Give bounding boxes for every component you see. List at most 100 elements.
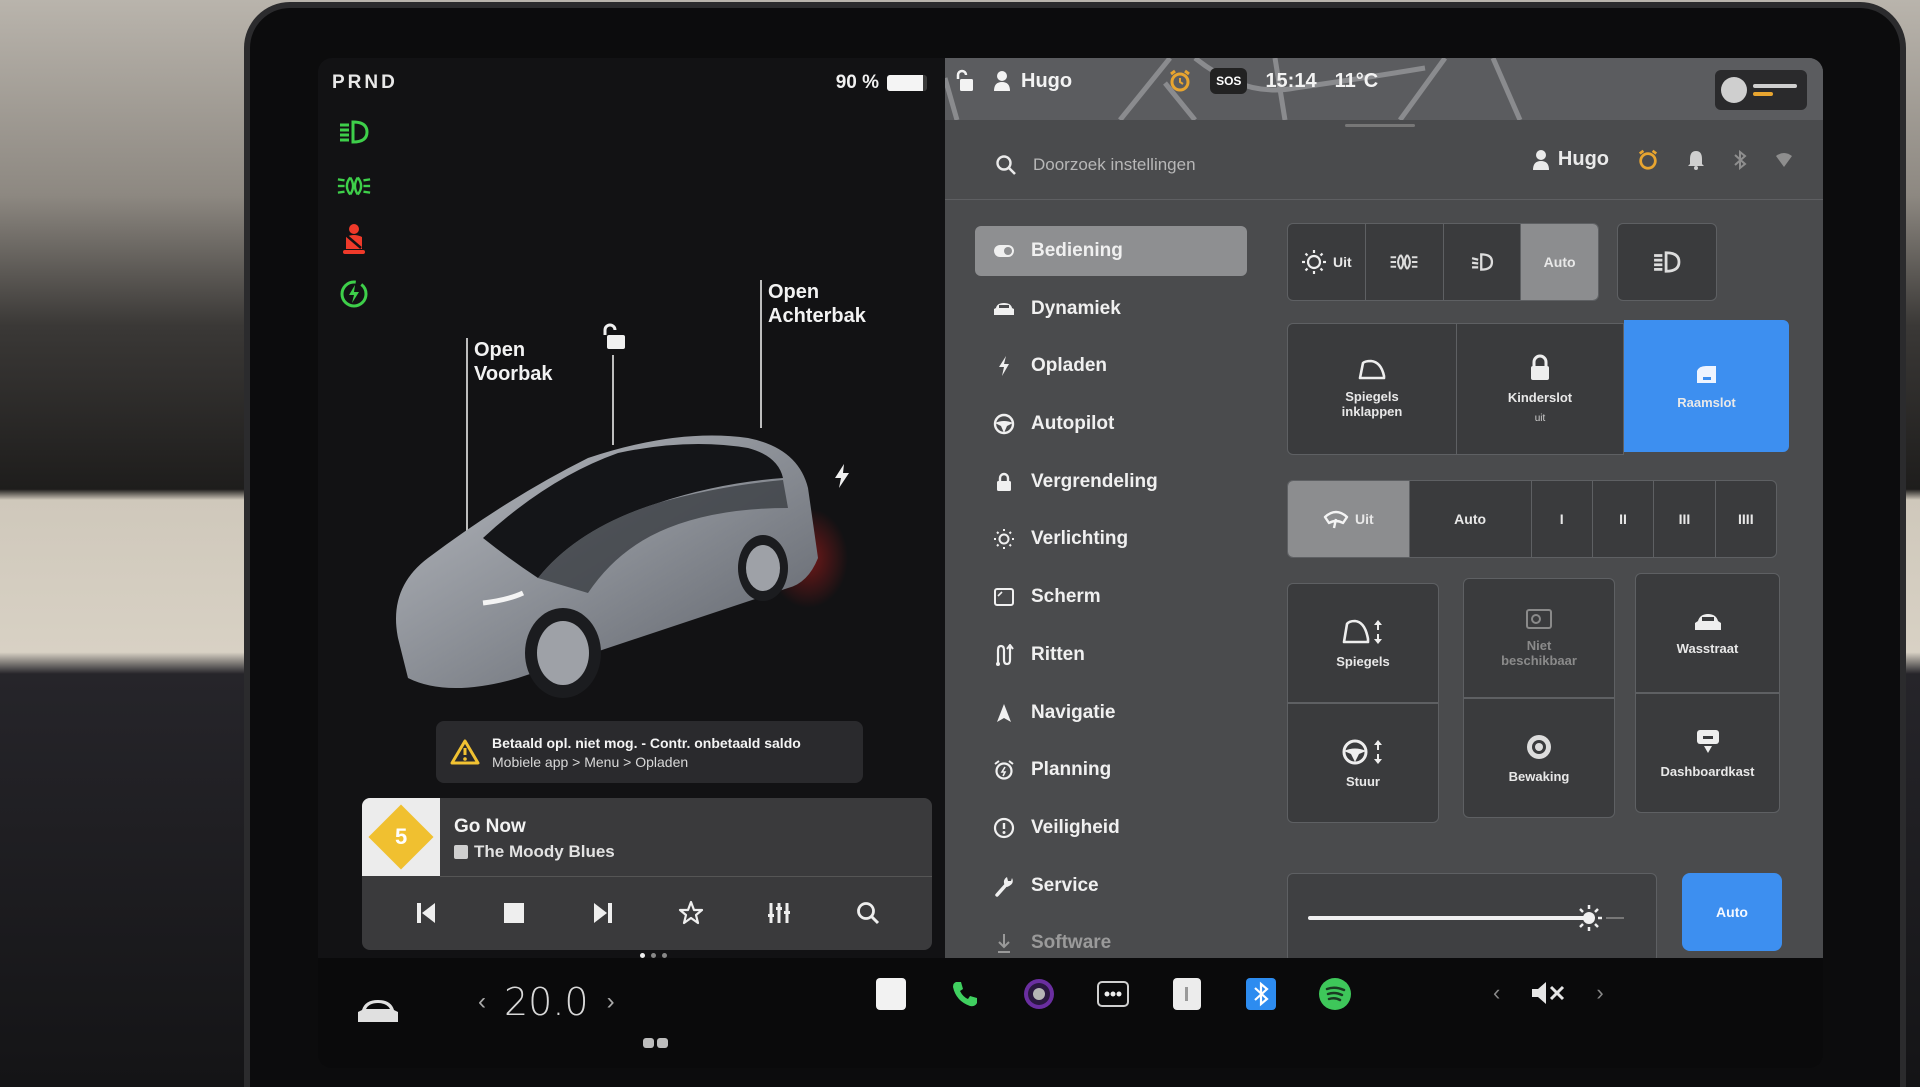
- nav-item-ritten[interactable]: Ritten: [975, 630, 1247, 680]
- brightness-sun-thumb[interactable]: [1575, 904, 1603, 932]
- volume-down-button[interactable]: ‹: [1493, 980, 1500, 1006]
- media-search-button[interactable]: [851, 896, 885, 930]
- nav-item-verlichting[interactable]: Verlichting: [975, 514, 1247, 564]
- nav-item-dynamiek[interactable]: Dynamiek: [975, 284, 1247, 334]
- glovebox-tile[interactable]: Dashboardkast: [1635, 693, 1780, 813]
- alert-path: Mobiele app > Menu > Opladen: [492, 753, 689, 770]
- download-icon: [993, 932, 1015, 954]
- temperature-decrease-button[interactable]: ‹: [478, 988, 486, 1016]
- brightness-track[interactable]: [1308, 916, 1589, 920]
- nav-item-autopilot[interactable]: Autopilot: [975, 399, 1247, 449]
- bluetooth-icon[interactable]: [1733, 149, 1747, 170]
- calendar-icon: [1173, 978, 1201, 1010]
- nav-item-planning[interactable]: Planning: [975, 745, 1247, 795]
- high-beam-button[interactable]: [1617, 223, 1717, 301]
- steering-adjust-tile[interactable]: Stuur: [1287, 703, 1439, 823]
- seat-heater-indicators[interactable]: [643, 1038, 668, 1048]
- bluetooth-app-button[interactable]: [1243, 976, 1279, 1012]
- calendar-app-button[interactable]: [1169, 976, 1205, 1012]
- artist-name: The Moody Blues: [474, 842, 615, 861]
- driver-profile[interactable]: Hugo: [993, 70, 1072, 93]
- parking-lights-icon: [336, 170, 372, 202]
- seat-heater-left-icon[interactable]: [643, 1038, 654, 1048]
- favorite-button[interactable]: [674, 896, 708, 930]
- wiper-option-speed-2[interactable]: II: [1593, 481, 1655, 557]
- parking-lights-option[interactable]: [1366, 224, 1444, 300]
- next-track-button[interactable]: [586, 896, 620, 930]
- display-brightness-slider[interactable]: [1287, 873, 1657, 963]
- bell-icon[interactable]: [1687, 150, 1705, 170]
- user-icon: [994, 71, 1010, 91]
- child-lock-tile[interactable]: Kinderslot uit: [1456, 323, 1624, 455]
- more-apps-button[interactable]: [1095, 976, 1131, 1012]
- map-strip[interactable]: Hugo SOS 15:14 11°C: [945, 58, 1823, 120]
- media-player: 5 Go Now The Moody Blues: [362, 798, 932, 950]
- seatbelt-warning-icon: [336, 224, 372, 256]
- mirrors-adjust-tile[interactable]: Spiegels: [1287, 583, 1439, 703]
- spotify-app-button[interactable]: [1317, 976, 1353, 1012]
- nav-item-vergrendeling[interactable]: Vergrendeling: [975, 457, 1247, 507]
- panel-drag-handle[interactable]: [1345, 124, 1415, 127]
- glovebox-label: Dashboardkast: [1660, 763, 1755, 779]
- sentry-tile[interactable]: Bewaking: [1463, 698, 1615, 818]
- wiper-icon: [1323, 510, 1349, 529]
- window-lock-tile[interactable]: Raamslot: [1624, 320, 1789, 452]
- speaker-muted-icon[interactable]: [1530, 980, 1566, 1006]
- unlocked-padlock-icon[interactable]: [955, 69, 975, 93]
- wiper-option-speed-3[interactable]: III: [1654, 481, 1716, 557]
- previous-track-button[interactable]: [409, 896, 443, 930]
- seat-heater-right-icon[interactable]: [657, 1038, 668, 1048]
- equalizer-icon: [768, 903, 791, 923]
- unlock-button[interactable]: [601, 323, 627, 356]
- nav-item-scherm[interactable]: Scherm: [975, 572, 1247, 622]
- nav-item-label: Software: [1031, 932, 1112, 954]
- alarm-clock-icon[interactable]: [1168, 69, 1192, 93]
- alarm-clock-icon[interactable]: [1637, 149, 1659, 171]
- wifi-icon[interactable]: [1775, 151, 1793, 169]
- settings-nav: Bediening Dynamiek Opladen Autopilot Vergren…: [975, 226, 1247, 976]
- volume-up-button[interactable]: ›: [1596, 980, 1603, 1006]
- nav-item-service[interactable]: Service: [975, 861, 1247, 911]
- driver-name: Hugo: [1021, 69, 1073, 92]
- media-divider: [440, 876, 932, 877]
- temperature-increase-button[interactable]: ›: [607, 988, 615, 1016]
- car-controls-button[interactable]: [356, 996, 400, 1031]
- wiper-option-speed-1[interactable]: I: [1532, 481, 1593, 557]
- nav-item-veiligheid[interactable]: Veiligheid: [975, 803, 1247, 853]
- lights-auto-option[interactable]: Auto: [1521, 224, 1598, 300]
- camera-app-button[interactable]: [1021, 976, 1057, 1012]
- wiper-option-speed-4[interactable]: IIII: [1716, 481, 1776, 557]
- window-lock-icon: [1696, 365, 1716, 383]
- spotify-icon: [1319, 978, 1351, 1010]
- open-frunk-button[interactable]: Open Voorbak: [474, 338, 553, 386]
- car-wash-tile[interactable]: Wasstraat: [1635, 573, 1780, 693]
- wiper-option-auto[interactable]: Auto: [1410, 481, 1532, 557]
- nav-item-navigatie[interactable]: Navigatie: [975, 688, 1247, 738]
- passenger-airbag-status: [1715, 70, 1807, 110]
- open-trunk-button[interactable]: Open Achterbak: [768, 280, 866, 328]
- lights-off-option[interactable]: Uit: [1288, 224, 1366, 300]
- phone-app-button[interactable]: [947, 976, 983, 1012]
- nav-item-label: Opladen: [1031, 355, 1108, 377]
- brightness-auto-button[interactable]: Auto: [1682, 873, 1782, 951]
- high-beam-option[interactable]: [1618, 224, 1716, 300]
- wiper-option-off[interactable]: Uit: [1288, 481, 1410, 557]
- equalizer-button[interactable]: [762, 896, 796, 930]
- low-beam-option[interactable]: [1444, 224, 1522, 300]
- unavailable-tile: Niet beschikbaar: [1463, 578, 1615, 698]
- battery-icon: [887, 75, 927, 91]
- nav-item-opladen[interactable]: Opladen: [975, 341, 1247, 391]
- nav-item-bediening[interactable]: Bediening: [975, 226, 1247, 276]
- nav-item-label: Scherm: [1031, 586, 1101, 608]
- nav-item-label: Autopilot: [1031, 413, 1115, 435]
- notes-app-button[interactable]: [873, 976, 909, 1012]
- profile-button[interactable]: Hugo: [1532, 148, 1609, 171]
- wiper-option-label: III: [1678, 511, 1691, 527]
- cabin-temperature[interactable]: 20.0: [504, 980, 589, 1024]
- sos-button[interactable]: SOS: [1210, 68, 1248, 94]
- settings-search-input[interactable]: [1033, 154, 1393, 175]
- charging-alert[interactable]: Betaald opl. niet mog. - Contr. onbetaal…: [436, 721, 863, 783]
- app-launcher: [873, 976, 1353, 1012]
- fold-mirrors-tile[interactable]: Spiegels inklappen: [1287, 323, 1457, 455]
- stop-button[interactable]: [497, 896, 531, 930]
